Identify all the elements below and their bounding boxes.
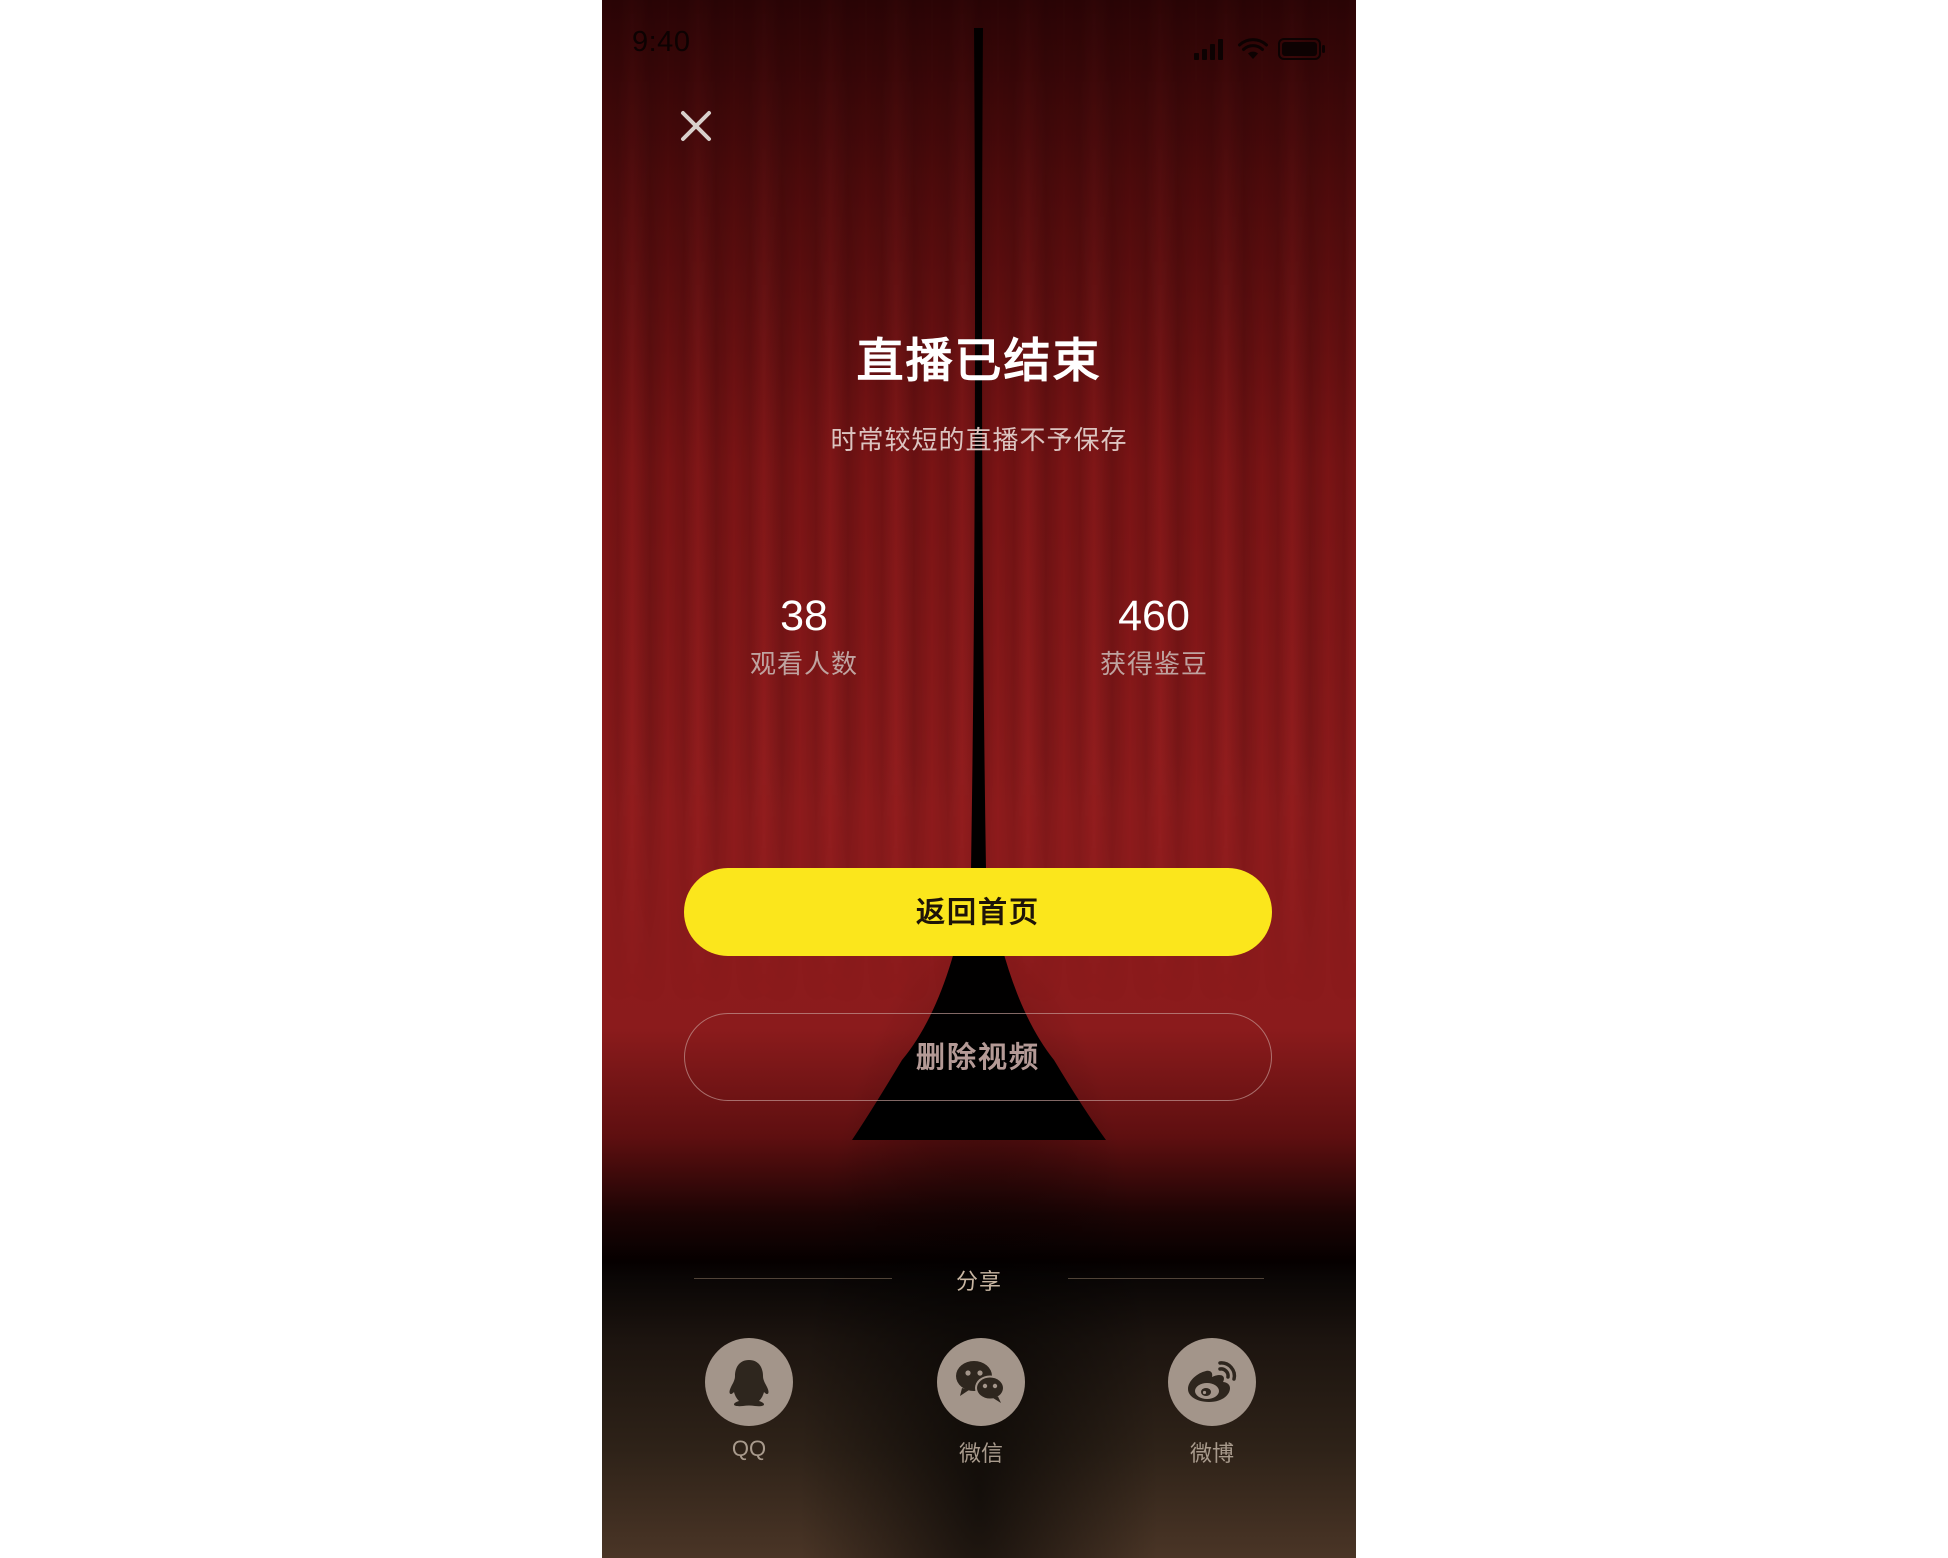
qq-penguin-icon xyxy=(729,1360,769,1407)
share-qq-label: QQ xyxy=(731,1436,767,1461)
status-time: 9:40 xyxy=(632,26,691,58)
stat-beans-value: 460 xyxy=(1118,592,1190,640)
share-wechat-label: 微信 xyxy=(958,1441,1003,1466)
weibo-icon xyxy=(1188,1361,1237,1402)
share-weibo-circle xyxy=(1168,1338,1256,1426)
phone-screen: 9:40 直播已结束 时常较短的直播不予保存 38 观看人数 460 获得鉴豆 … xyxy=(602,0,1356,1558)
battery-icon xyxy=(1278,38,1325,60)
share-qq[interactable]: QQ xyxy=(689,1338,809,1462)
share-wechat[interactable]: 微信 xyxy=(921,1338,1041,1468)
return-home-button[interactable]: 返回首页 xyxy=(684,868,1272,956)
close-icon xyxy=(681,111,711,141)
share-weibo[interactable]: 微博 xyxy=(1152,1338,1272,1468)
signal-icon xyxy=(1194,39,1223,60)
close-button[interactable] xyxy=(676,106,716,146)
share-title: 分享 xyxy=(955,1270,1002,1295)
stat-viewers: 38 观看人数 xyxy=(684,590,924,681)
page-title: 直播已结束 xyxy=(856,334,1102,389)
page-subtitle: 时常较短的直播不予保存 xyxy=(830,426,1128,456)
delete-video-button[interactable]: 删除视频 xyxy=(684,1013,1272,1101)
status-icons xyxy=(1194,30,1326,60)
stat-viewers-label: 观看人数 xyxy=(749,650,858,680)
share-weibo-label: 微博 xyxy=(1189,1441,1234,1466)
stat-beans: 460 获得鉴豆 xyxy=(1034,590,1274,681)
stat-beans-label: 获得鉴豆 xyxy=(1099,650,1208,680)
status-bar: 9:40 xyxy=(602,0,1356,88)
share-divider-right xyxy=(1068,1278,1264,1279)
wechat-icon xyxy=(956,1361,1005,1403)
share-wechat-circle xyxy=(937,1338,1025,1426)
share-qq-circle xyxy=(705,1338,793,1426)
wifi-icon xyxy=(1238,38,1268,59)
stat-viewers-value: 38 xyxy=(780,592,828,640)
